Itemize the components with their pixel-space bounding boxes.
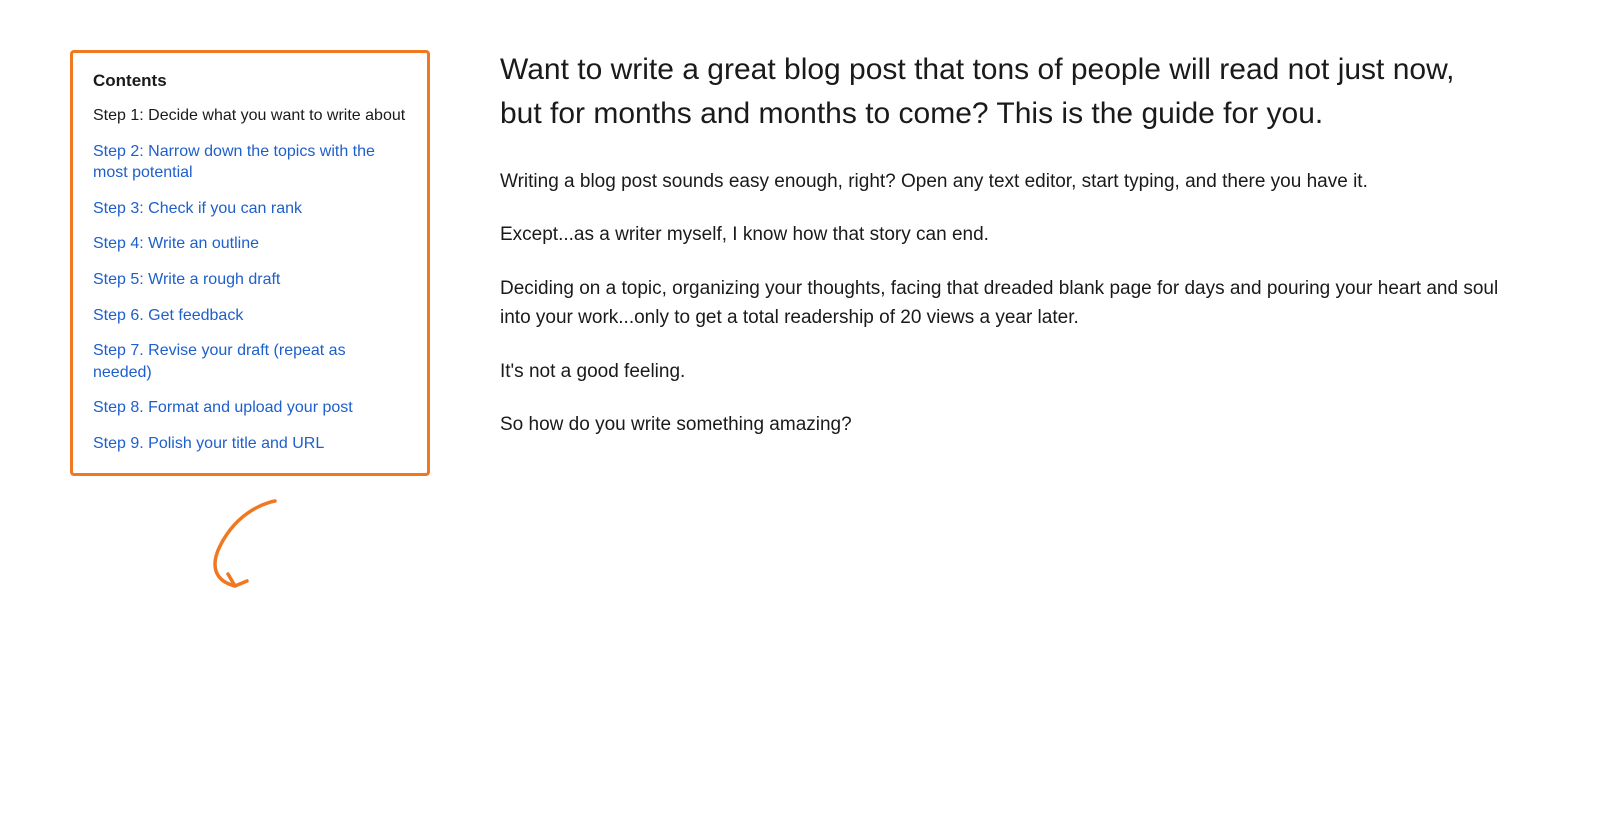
contents-item-step6[interactable]: Step 6. Get feedback: [93, 305, 407, 327]
contents-item-step5[interactable]: Step 5: Write a rough draft: [93, 269, 407, 291]
body-paragraph-1: Writing a blog post sounds easy enough, …: [500, 167, 1500, 196]
contents-title: Contents: [93, 71, 407, 91]
intro-paragraph: Want to write a great blog post that ton…: [500, 48, 1500, 135]
body-paragraphs: Writing a blog post sounds easy enough, …: [500, 167, 1500, 440]
left-panel: Contents Step 1: Decide what you want to…: [60, 40, 440, 792]
contents-item-step3[interactable]: Step 3: Check if you can rank: [93, 198, 407, 220]
contents-list: Step 1: Decide what you want to write ab…: [93, 105, 407, 455]
arrow-container: [70, 486, 430, 596]
contents-item-step1: Step 1: Decide what you want to write ab…: [93, 105, 407, 127]
contents-item-step7[interactable]: Step 7. Revise your draft (repeat as nee…: [93, 340, 407, 383]
contents-link-step2[interactable]: Step 2: Narrow down the topics with the …: [93, 143, 375, 182]
contents-item-step9[interactable]: Step 9. Polish your title and URL: [93, 433, 407, 455]
contents-box: Contents Step 1: Decide what you want to…: [70, 50, 430, 476]
right-panel: Want to write a great blog post that ton…: [500, 40, 1500, 792]
contents-item-step8[interactable]: Step 8. Format and upload your post: [93, 397, 407, 419]
contents-item-step2[interactable]: Step 2: Narrow down the topics with the …: [93, 141, 407, 184]
body-paragraph-2: Except...as a writer myself, I know how …: [500, 220, 1500, 249]
contents-link-step3[interactable]: Step 3: Check if you can rank: [93, 200, 302, 217]
body-paragraph-4: It's not a good feeling.: [500, 357, 1500, 386]
contents-item-step4[interactable]: Step 4: Write an outline: [93, 233, 407, 255]
contents-link-step4[interactable]: Step 4: Write an outline: [93, 235, 259, 252]
contents-link-step9[interactable]: Step 9. Polish your title and URL: [93, 435, 324, 452]
contents-link-step8[interactable]: Step 8. Format and upload your post: [93, 399, 353, 416]
contents-link-step5[interactable]: Step 5: Write a rough draft: [93, 271, 280, 288]
contents-link-step7[interactable]: Step 7. Revise your draft (repeat as nee…: [93, 342, 346, 381]
arrow-icon: [190, 486, 310, 596]
contents-link-step6[interactable]: Step 6. Get feedback: [93, 307, 243, 324]
body-paragraph-5: So how do you write something amazing?: [500, 410, 1500, 439]
body-paragraph-3: Deciding on a topic, organizing your tho…: [500, 274, 1500, 333]
